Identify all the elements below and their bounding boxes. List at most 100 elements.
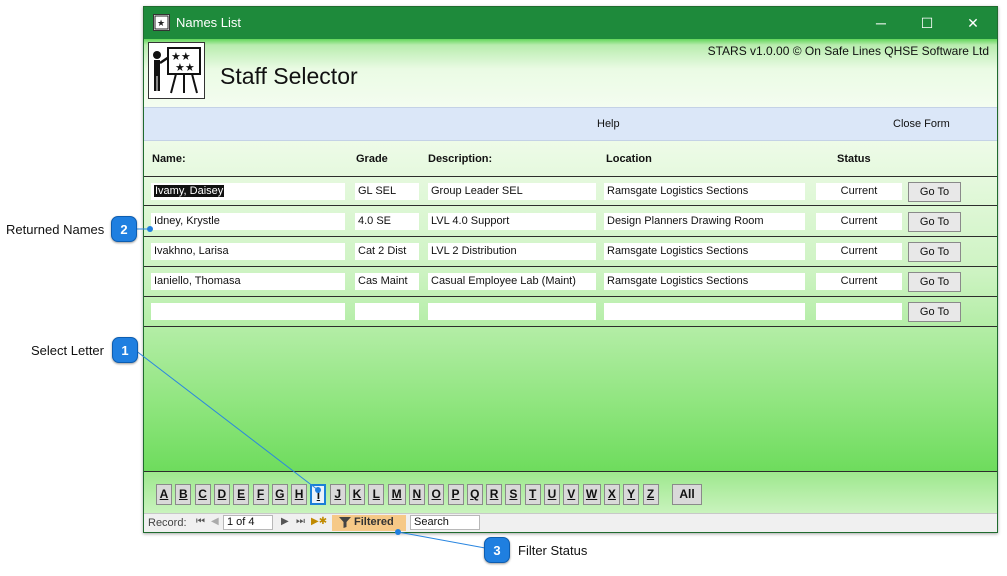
minimize-button[interactable]: ─ bbox=[858, 7, 904, 39]
record-navigator: Record: ⏮ ◀ 1 of 4 ▶ ⏭ ▶✱ Filtered Searc… bbox=[144, 513, 997, 532]
location-field[interactable] bbox=[604, 303, 805, 320]
go-to-button[interactable]: Go To bbox=[908, 242, 961, 262]
name-field[interactable]: Ianiello, Thomasa bbox=[151, 273, 345, 290]
description-field[interactable] bbox=[428, 303, 596, 320]
filter-toggle[interactable]: Filtered bbox=[332, 515, 406, 531]
letter-button-i[interactable]: I bbox=[310, 484, 327, 505]
letter-button-z[interactable]: Z bbox=[642, 484, 659, 505]
search-input[interactable]: Search bbox=[410, 515, 480, 530]
grade-field[interactable]: Cat 2 Dist bbox=[355, 243, 419, 260]
window-title: Names List bbox=[176, 15, 242, 30]
title-bar[interactable]: ★ Names List ─ ☐ ✕ bbox=[144, 7, 997, 39]
letter-button-q[interactable]: Q bbox=[466, 484, 483, 505]
grade-field[interactable]: GL SEL bbox=[355, 183, 419, 200]
close-window-button[interactable]: ✕ bbox=[950, 7, 996, 39]
next-record-button[interactable]: ▶ bbox=[281, 516, 289, 527]
description-field[interactable]: Group Leader SEL bbox=[428, 183, 596, 200]
go-to-button[interactable]: Go To bbox=[908, 212, 961, 232]
app-icon: ★ bbox=[153, 14, 170, 31]
filter-status-text: Filtered bbox=[354, 516, 394, 528]
go-to-button[interactable]: Go To bbox=[908, 182, 961, 202]
screenshot-stage: ★ Names List ─ ☐ ✕ ★★ ★★ Staff Selector … bbox=[0, 0, 1007, 576]
table-row[interactable]: Ivakhno, Larisa Cat 2 Dist LVL 2 Distrib… bbox=[144, 237, 997, 267]
callout-badge-2: 2 bbox=[111, 216, 137, 242]
last-record-button[interactable]: ⏭ bbox=[296, 516, 305, 527]
grade-field[interactable] bbox=[355, 303, 419, 320]
record-label: Record: bbox=[148, 517, 187, 529]
status-field[interactable] bbox=[816, 303, 902, 320]
letter-button-c[interactable]: C bbox=[194, 484, 211, 505]
copyright-text: STARS v1.0.00 © On Safe Lines QHSE Softw… bbox=[707, 44, 989, 58]
letter-button-u[interactable]: U bbox=[544, 484, 560, 505]
table-row[interactable]: Ianiello, Thomasa Cas Maint Casual Emplo… bbox=[144, 267, 997, 297]
svg-text:★★: ★★ bbox=[175, 62, 195, 74]
letter-button-v[interactable]: V bbox=[563, 484, 580, 505]
column-header-location: Location bbox=[606, 153, 652, 165]
presenter-logo-icon: ★★ ★★ bbox=[148, 42, 205, 99]
grade-field[interactable]: 4.0 SE bbox=[355, 213, 419, 230]
close-form-link[interactable]: Close Form bbox=[893, 118, 950, 130]
letter-button-r[interactable]: R bbox=[486, 484, 503, 505]
status-field[interactable]: Current bbox=[816, 243, 902, 260]
name-field[interactable] bbox=[151, 303, 345, 320]
location-field[interactable]: Design Planners Drawing Room bbox=[604, 213, 805, 230]
column-header-description: Description: bbox=[428, 153, 493, 165]
callout-badge-1: 1 bbox=[112, 337, 138, 363]
letter-button-d[interactable]: D bbox=[213, 484, 230, 505]
selected-name-text: Ivamy, Daisey bbox=[154, 185, 225, 197]
letter-button-f[interactable]: F bbox=[252, 484, 269, 505]
letter-button-t[interactable]: T bbox=[524, 484, 541, 505]
location-field[interactable]: Ramsgate Logistics Sections bbox=[604, 183, 805, 200]
new-record-button[interactable]: ▶✱ bbox=[311, 516, 327, 527]
name-field[interactable]: Ivakhno, Larisa bbox=[151, 243, 345, 260]
letter-button-x[interactable]: X bbox=[603, 484, 620, 505]
name-field[interactable]: Idney, Krystle bbox=[151, 213, 345, 230]
letter-button-e[interactable]: E bbox=[233, 484, 250, 505]
letter-button-y[interactable]: Y bbox=[623, 484, 640, 505]
grade-field[interactable]: Cas Maint bbox=[355, 273, 419, 290]
names-list: Name: Grade Description: Location Status… bbox=[144, 141, 997, 471]
letter-filter-bar: ABCDEFGHIJKLMNOPQRSTUVWXYZ All bbox=[144, 471, 997, 513]
letter-button-k[interactable]: K bbox=[349, 484, 365, 505]
go-to-button[interactable]: Go To bbox=[908, 302, 961, 322]
location-field[interactable]: Ramsgate Logistics Sections bbox=[604, 273, 805, 290]
callout-text-select-letter: Select Letter bbox=[31, 343, 104, 358]
letter-button-m[interactable]: M bbox=[387, 484, 406, 505]
name-field[interactable]: Ivamy, Daisey bbox=[151, 183, 345, 200]
letter-button-n[interactable]: N bbox=[408, 484, 425, 505]
record-position-field[interactable]: 1 of 4 bbox=[223, 515, 273, 530]
table-row[interactable]: Ivamy, Daisey GL SEL Group Leader SEL Ra… bbox=[144, 176, 997, 206]
maximize-button[interactable]: ☐ bbox=[904, 7, 950, 39]
description-field[interactable]: LVL 2 Distribution bbox=[428, 243, 596, 260]
letter-button-h[interactable]: H bbox=[291, 484, 308, 505]
go-to-button[interactable]: Go To bbox=[908, 272, 961, 292]
previous-record-button[interactable]: ◀ bbox=[211, 516, 219, 527]
table-row-new[interactable]: Go To bbox=[144, 297, 997, 327]
help-link[interactable]: Help bbox=[597, 118, 620, 130]
callout-line-3 bbox=[397, 531, 497, 551]
description-field[interactable]: LVL 4.0 Support bbox=[428, 213, 596, 230]
form-title: Staff Selector bbox=[220, 63, 358, 89]
description-field[interactable]: Casual Employee Lab (Maint) bbox=[428, 273, 596, 290]
letter-button-l[interactable]: L bbox=[368, 484, 385, 505]
letter-button-g[interactable]: G bbox=[271, 484, 288, 505]
letter-button-a[interactable]: A bbox=[156, 484, 172, 505]
letter-button-j[interactable]: J bbox=[329, 484, 346, 505]
letter-button-p[interactable]: P bbox=[447, 484, 464, 505]
location-field[interactable]: Ramsgate Logistics Sections bbox=[604, 243, 805, 260]
letter-button-o[interactable]: O bbox=[428, 484, 445, 505]
callout-badge-3: 3 bbox=[484, 537, 510, 563]
column-header-name: Name: bbox=[152, 153, 186, 165]
all-letters-button[interactable]: All bbox=[672, 484, 702, 505]
column-header-grade: Grade bbox=[356, 153, 388, 165]
status-field[interactable]: Current bbox=[816, 273, 902, 290]
form-header: ★★ ★★ Staff Selector STARS v1.0.00 © On … bbox=[144, 39, 997, 107]
letter-button-s[interactable]: S bbox=[505, 484, 522, 505]
table-row[interactable]: Idney, Krystle 4.0 SE LVL 4.0 Support De… bbox=[144, 207, 997, 237]
status-field[interactable]: Current bbox=[816, 183, 902, 200]
first-record-button[interactable]: ⏮ bbox=[196, 516, 205, 527]
status-field[interactable]: Current bbox=[816, 213, 902, 230]
svg-text:★: ★ bbox=[157, 18, 165, 28]
letter-button-b[interactable]: B bbox=[175, 484, 192, 505]
letter-button-w[interactable]: W bbox=[582, 484, 601, 505]
